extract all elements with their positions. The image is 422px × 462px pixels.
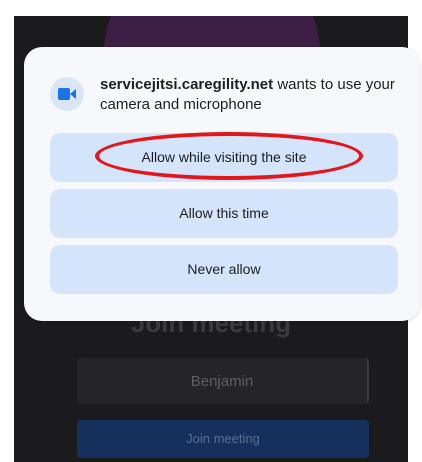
site-domain: servicejitsi.caregility.net bbox=[100, 76, 274, 93]
never-allow-button[interactable]: Never allow bbox=[50, 245, 398, 294]
display-name-input[interactable] bbox=[77, 358, 369, 404]
join-meeting-button[interactable]: Join meeting bbox=[77, 420, 369, 458]
permission-message: servicejitsi.caregility.net wants to use… bbox=[100, 75, 400, 115]
permission-dialog: servicejitsi.caregility.net wants to use… bbox=[24, 47, 420, 321]
allow-this-time-button[interactable]: Allow this time bbox=[50, 189, 398, 238]
allow-while-visiting-button[interactable]: Allow while visiting the site bbox=[50, 133, 398, 182]
screen: B Join meeting Join meeting servicejitsi… bbox=[0, 0, 422, 462]
video-camera-icon bbox=[50, 77, 84, 111]
